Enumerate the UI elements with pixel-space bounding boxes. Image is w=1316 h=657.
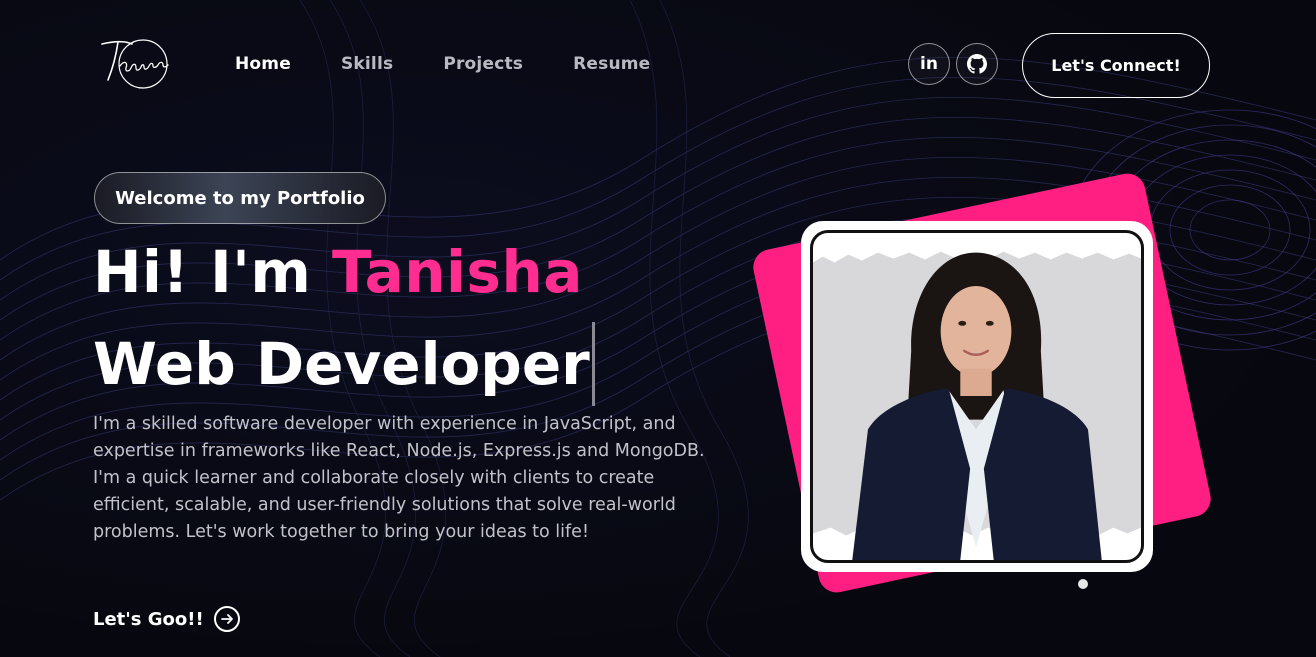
profile-photo — [810, 230, 1144, 563]
github-icon — [967, 54, 987, 74]
profile-portrait-image — [813, 251, 1141, 560]
lets-connect-button[interactable]: Let's Connect! — [1022, 33, 1210, 98]
nav-link-skills[interactable]: Skills — [341, 54, 393, 74]
decorative-dot — [1078, 579, 1088, 589]
linkedin-button[interactable]: in — [908, 43, 950, 85]
lets-go-label: Let's Goo!! — [93, 608, 204, 630]
name-text: Tanisha — [332, 238, 583, 306]
welcome-badge: Welcome to my Portfolio — [94, 172, 386, 224]
role-text: Web Developer — [93, 330, 590, 398]
signature-logo-icon — [101, 39, 169, 89]
brand-logo[interactable] — [98, 36, 180, 92]
hero-title: Hi! I'm Tanisha — [93, 236, 583, 308]
greeting-text: Hi! I'm — [93, 238, 333, 306]
nav-links: Home Skills Projects Resume — [235, 54, 650, 74]
github-button[interactable] — [956, 43, 998, 85]
nav-link-projects[interactable]: Projects — [443, 54, 523, 74]
profile-photo-frame — [801, 221, 1153, 572]
greeting-line: Hi! I'm Tanisha — [93, 236, 583, 308]
typing-cursor — [591, 322, 595, 406]
arrow-right-circle-icon — [213, 606, 240, 632]
lets-go-button[interactable]: Let's Goo!! — [93, 606, 240, 632]
portfolio-page: Home Skills Projects Resume in Let's Con… — [0, 0, 1316, 657]
hero-description: I'm a skilled software developer with ex… — [93, 414, 705, 542]
navbar: Home Skills Projects Resume in Let's Con… — [0, 0, 1316, 130]
role-line: Web Developer — [93, 322, 595, 406]
nav-link-home[interactable]: Home — [235, 54, 291, 74]
linkedin-icon: in — [920, 54, 938, 74]
nav-link-resume[interactable]: Resume — [573, 54, 650, 74]
